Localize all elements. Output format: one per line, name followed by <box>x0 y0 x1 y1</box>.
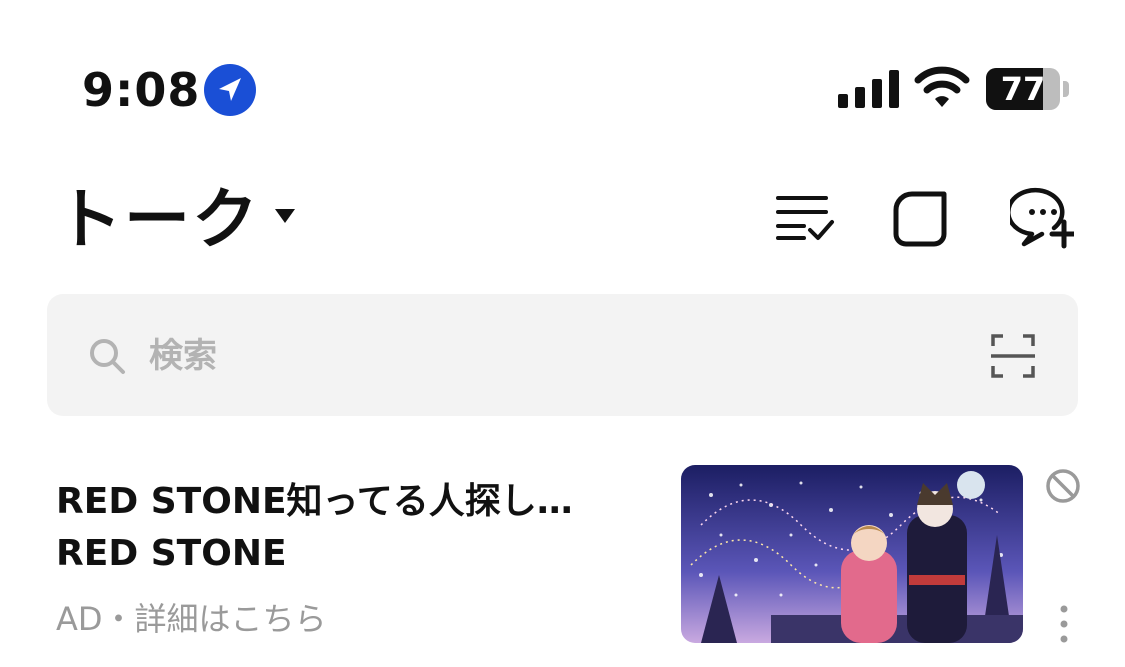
qr-scan-icon[interactable] <box>991 334 1035 378</box>
page-title[interactable]: トーク <box>56 180 260 260</box>
search-bar[interactable] <box>47 294 1078 416</box>
square-icon[interactable] <box>888 186 952 250</box>
block-icon[interactable] <box>1044 467 1082 505</box>
ad-title: RED STONE知ってる人探し… <box>56 481 573 522</box>
search-icon <box>90 339 125 374</box>
ad-chat-item[interactable]: RED STONE知ってる人探し… RED STONE AD・詳細はこちら <box>0 455 1125 667</box>
battery-level: 77 <box>1000 70 1046 108</box>
status-bar: 9:08 77 <box>0 0 1125 140</box>
list-check-icon[interactable] <box>772 186 836 250</box>
ad-subtitle: RED STONE <box>56 533 287 574</box>
caret-down-icon[interactable] <box>274 208 296 224</box>
battery-icon: 77 <box>986 68 1070 110</box>
search-input[interactable] <box>147 324 951 388</box>
wifi-icon <box>914 66 970 107</box>
status-time: 9:08 <box>82 63 201 117</box>
location-arrow-icon <box>204 64 256 116</box>
cellular-signal-icon <box>838 70 899 108</box>
more-vertical-icon[interactable] <box>1054 603 1074 645</box>
ad-meta-link[interactable]: AD・詳細はこちら <box>56 599 327 639</box>
chats-header: トーク <box>0 150 1125 280</box>
new-chat-icon[interactable] <box>1010 186 1074 250</box>
ad-banner-image[interactable] <box>681 465 1023 643</box>
